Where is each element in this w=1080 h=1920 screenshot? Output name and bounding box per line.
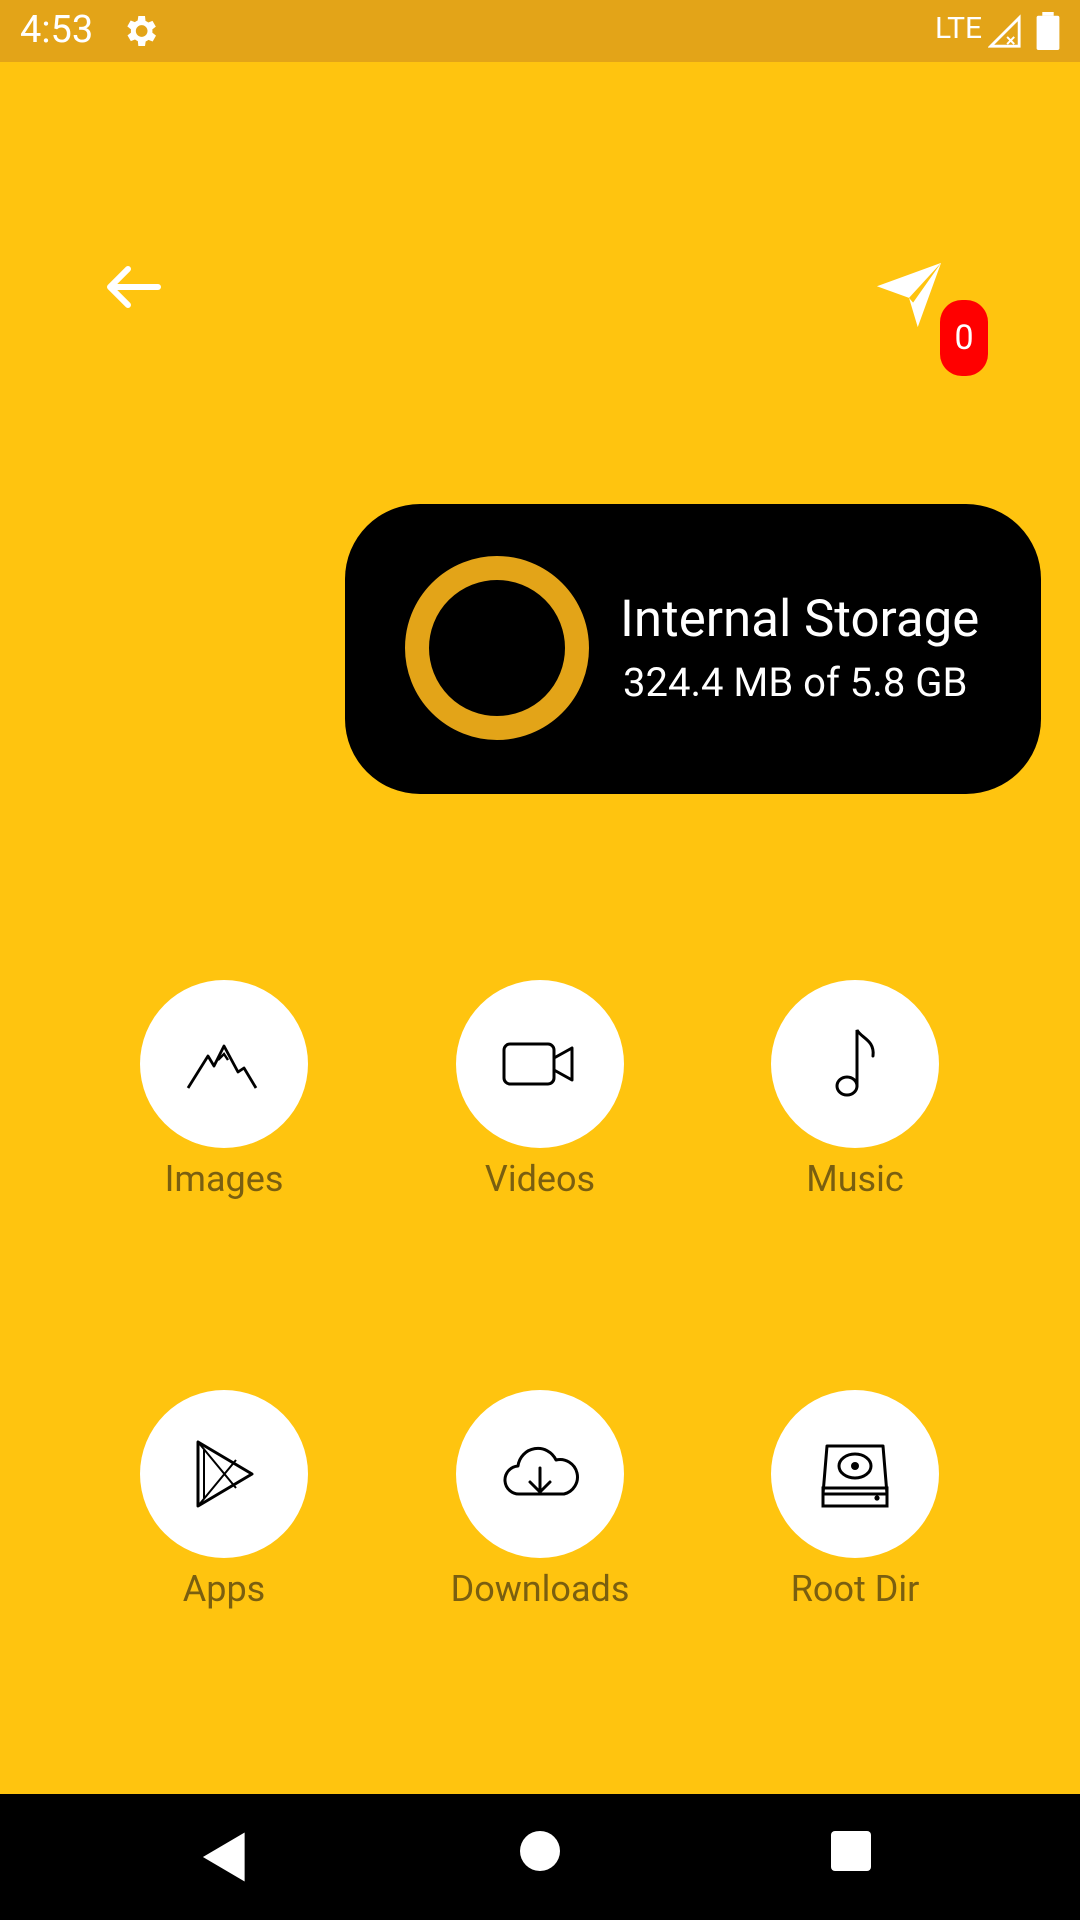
images-button[interactable] (140, 980, 308, 1148)
battery-icon (1036, 12, 1060, 50)
music-note-icon (835, 1029, 875, 1097)
category-videos[interactable]: Videos (420, 980, 660, 1200)
hard-drive-icon (821, 1444, 889, 1508)
internal-storage-card[interactable]: Internal Storage 324.4 MB of 5.8 GB (345, 504, 1041, 794)
mountain-icon (186, 1044, 258, 1089)
play-store-icon (196, 1440, 254, 1508)
category-label: Root Dir (790, 1568, 920, 1610)
category-images[interactable]: Images (104, 980, 344, 1200)
category-downloads[interactable]: Downloads (420, 1390, 660, 1610)
category-label: Videos (484, 1158, 596, 1200)
cloud-download-icon (503, 1446, 579, 1496)
category-label: Music (806, 1158, 904, 1200)
category-root-dir[interactable]: Root Dir (735, 1390, 975, 1610)
nav-back-icon[interactable] (200, 1830, 250, 1884)
storage-usage-ring (405, 556, 589, 740)
storage-title: Internal Storage (620, 590, 980, 649)
settings-gear-icon (127, 16, 156, 46)
nav-home-icon[interactable] (520, 1831, 560, 1871)
status-time: 4:53 (20, 8, 94, 52)
category-apps[interactable]: Apps (104, 1390, 344, 1610)
category-label: Apps (182, 1568, 266, 1610)
system-nav-bar (0, 1794, 1080, 1920)
category-label: Downloads (450, 1568, 630, 1610)
category-label: Images (164, 1158, 284, 1200)
apps-button[interactable] (140, 1390, 308, 1558)
storage-usage-text: 324.4 MB of 5.8 GB (623, 659, 968, 706)
network-type-label: LTE (935, 11, 983, 46)
root-dir-button[interactable] (771, 1390, 939, 1558)
status-bar: 4:53 LTE (0, 0, 1080, 62)
selection-count-badge: 0 (940, 300, 988, 376)
nav-recents-icon[interactable] (831, 1831, 871, 1871)
category-music[interactable]: Music (735, 980, 975, 1200)
paper-plane-icon[interactable] (874, 260, 944, 330)
downloads-button[interactable] (456, 1390, 624, 1558)
music-button[interactable] (771, 980, 939, 1148)
videos-button[interactable] (456, 980, 624, 1148)
back-arrow-icon[interactable] (102, 262, 162, 312)
video-camera-icon (502, 1042, 574, 1086)
signal-icon (988, 14, 1021, 48)
